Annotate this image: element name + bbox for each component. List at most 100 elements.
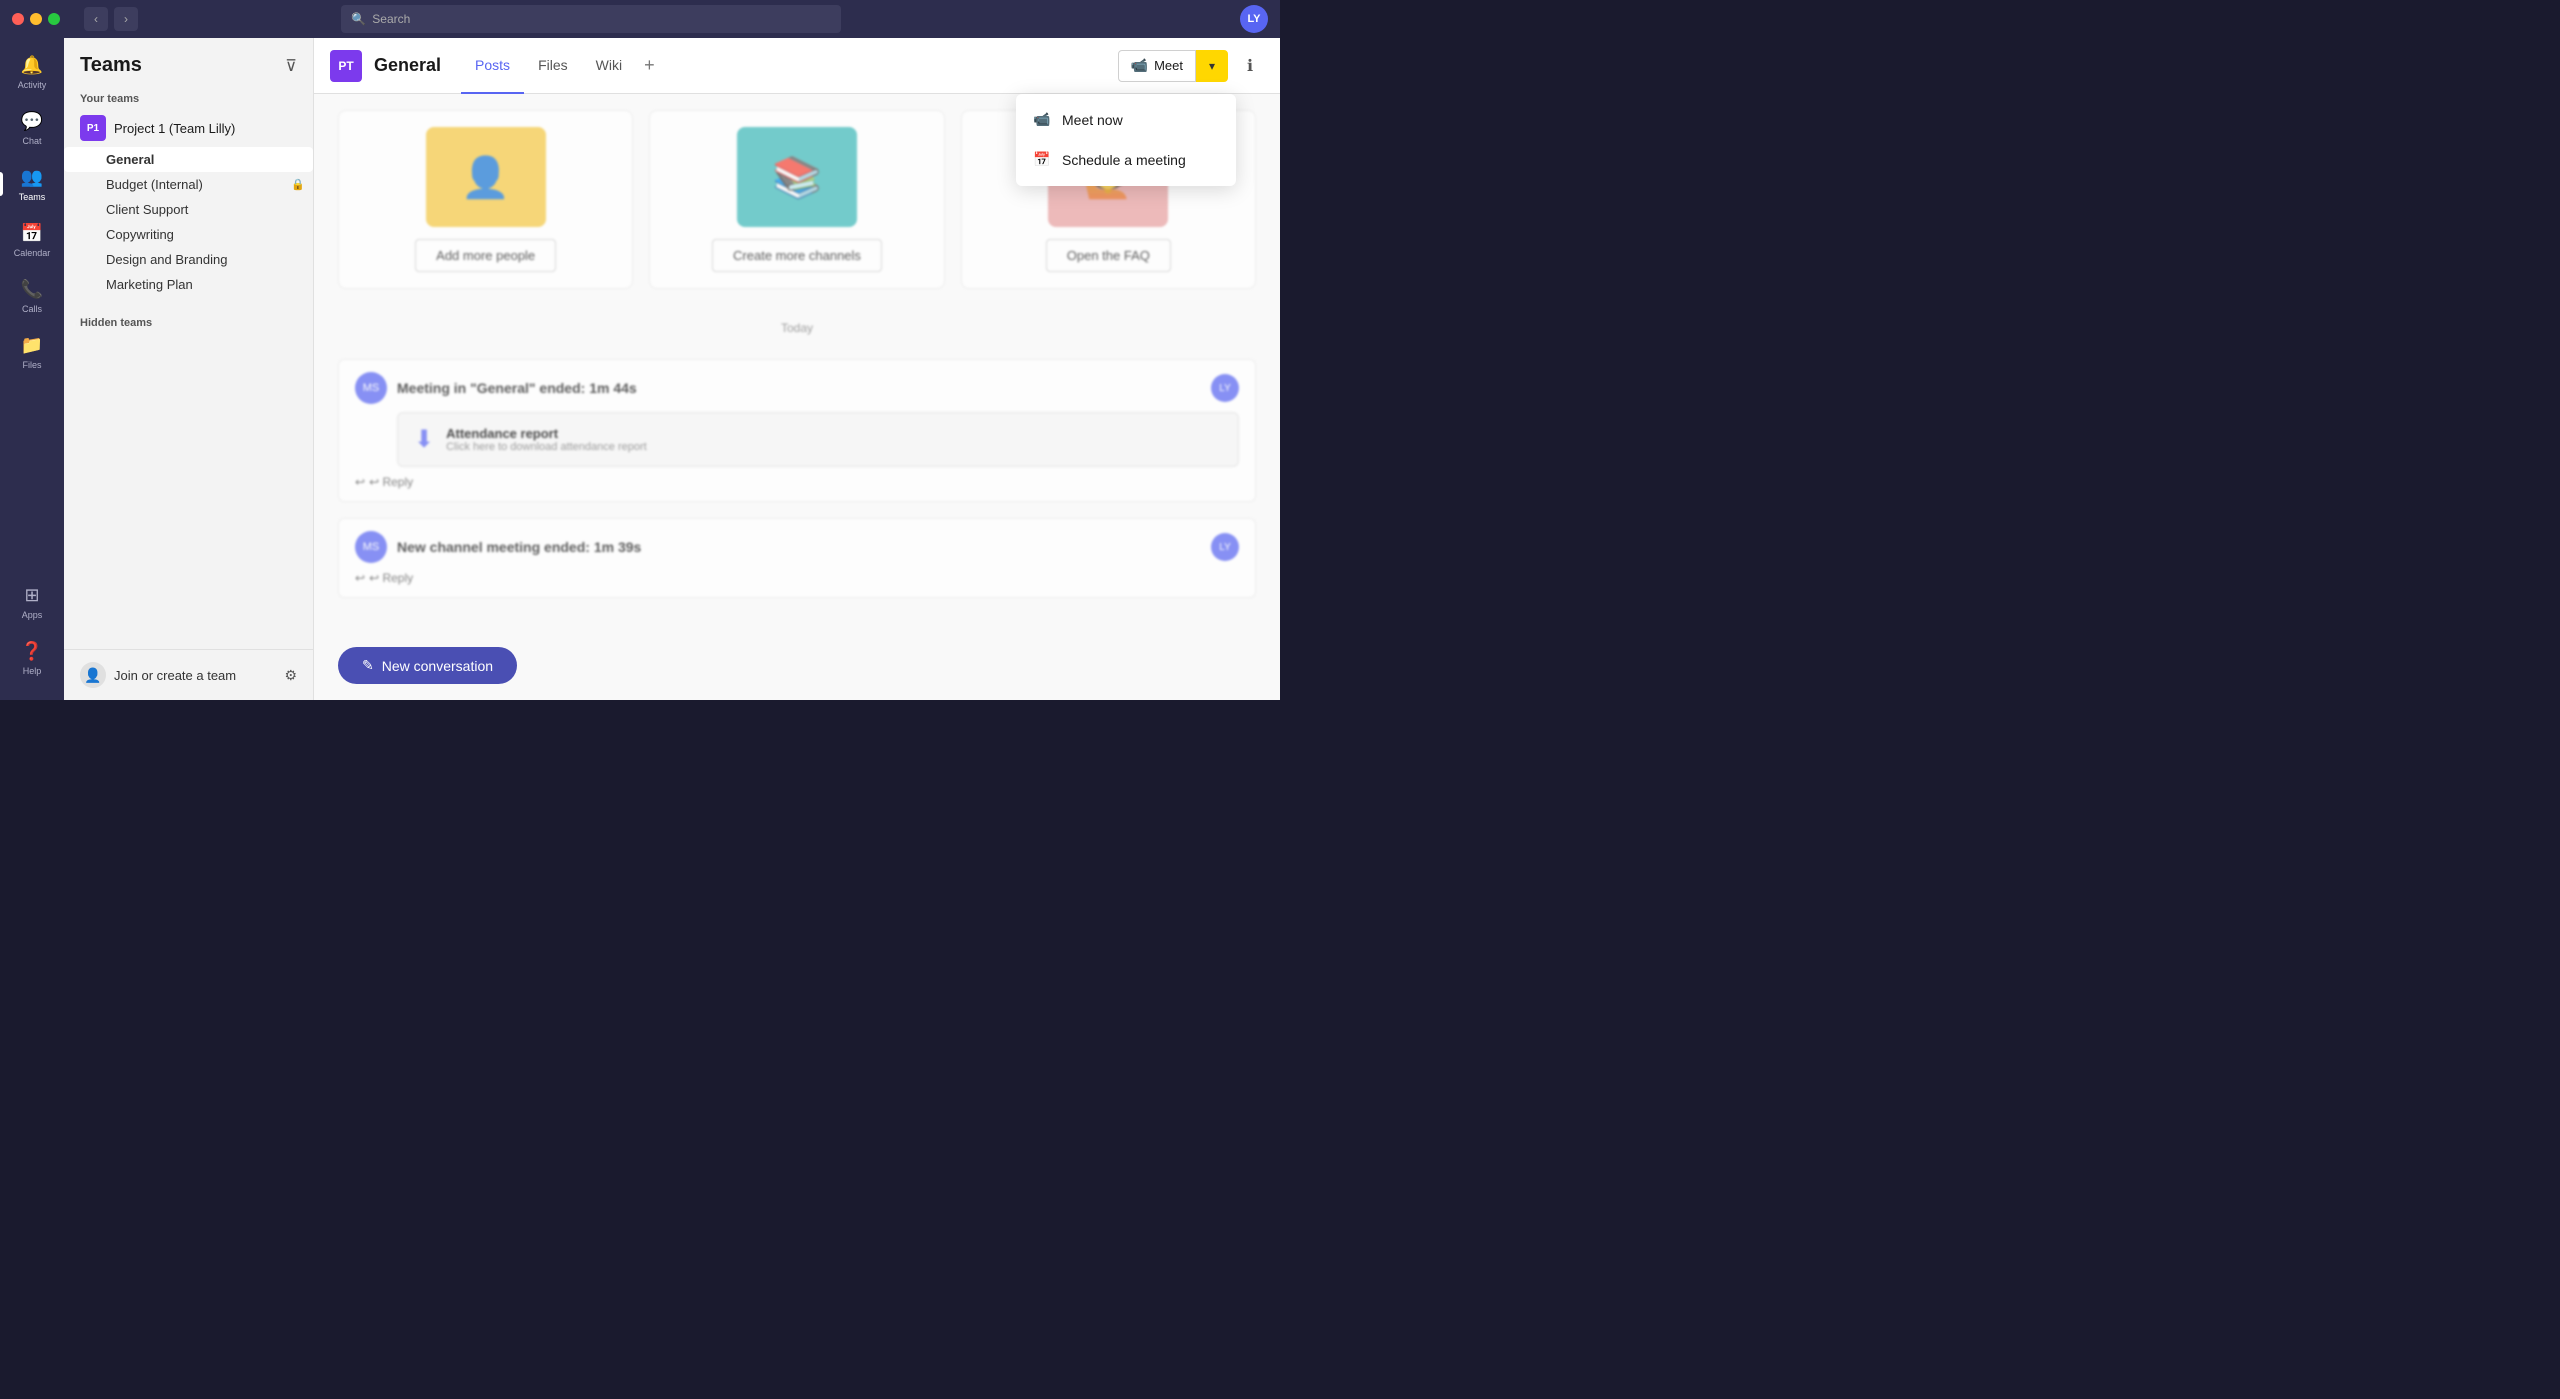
main-content: PT General Posts Files Wiki + 📹 (314, 38, 1280, 700)
help-icon: ❓ (21, 641, 43, 663)
reply-icon-1: ↩ (355, 475, 365, 489)
meet-dropdown-button[interactable]: ▾ (1196, 50, 1228, 82)
join-team-area[interactable]: 👤 Join or create a team ⚙ (64, 649, 313, 700)
back-button[interactable]: ‹ (84, 7, 108, 31)
meet-button-group: 📹 Meet ▾ (1118, 50, 1228, 82)
attendance-title: Attendance report (446, 426, 647, 441)
sidebar-item-calendar[interactable]: 📅 Calendar (8, 214, 56, 266)
icon-rail: 🔔 Activity 💬 Chat 👥 Teams 📅 Calendar 📞 C… (0, 38, 64, 700)
join-team-text: Join or create a team (114, 668, 276, 683)
sidebar-item-apps[interactable]: ⊞ Apps (8, 576, 56, 628)
join-team-icon: 👤 (80, 662, 106, 688)
teams-icon: 👥 (21, 167, 43, 189)
message-header-1: MS Meeting in "General" ended: 1m 44s LY (355, 372, 1239, 404)
channel-tabs: Posts Files Wiki + (461, 38, 663, 94)
traffic-lights (12, 13, 60, 25)
message-item-1: MS Meeting in "General" ended: 1m 44s LY… (338, 359, 1256, 502)
reply-icon-2: ↩ (355, 571, 365, 585)
tab-files[interactable]: Files (524, 38, 582, 94)
chat-icon: 💬 (21, 111, 43, 133)
message-item-2: MS New channel meeting ended: 1m 39s LY … (338, 518, 1256, 598)
sidebar-item-calls[interactable]: 📞 Calls (8, 270, 56, 322)
create-channels-illustration: 📚 (737, 127, 857, 227)
msg-user-avatar-1: LY (1211, 374, 1239, 402)
meet-button[interactable]: 📹 Meet (1118, 50, 1196, 82)
files-icon: 📁 (21, 335, 43, 357)
create-channels-button[interactable]: Create more channels (712, 239, 882, 272)
minimize-button[interactable] (30, 13, 42, 25)
reply-button-2[interactable]: ↩ ↩ Reply (355, 571, 1239, 585)
channel-header-avatar: PT (330, 50, 362, 82)
channel-item-general[interactable]: General (64, 147, 313, 172)
tab-posts[interactable]: Posts (461, 38, 524, 94)
info-button[interactable]: ℹ (1236, 52, 1264, 80)
sidebar-item-chat[interactable]: 💬 Chat (8, 102, 56, 154)
schedule-icon: 📅 (1032, 150, 1052, 170)
sidebar-item-files[interactable]: 📁 Files (8, 326, 56, 378)
meet-now-label: Meet now (1062, 112, 1123, 128)
channel-name-client-support: Client Support (106, 202, 305, 217)
add-tab-button[interactable]: + (636, 38, 663, 94)
team-item-project1[interactable]: P1 Project 1 (Team Lilly) ··· (64, 109, 313, 147)
schedule-meeting-item[interactable]: 📅 Schedule a meeting (1016, 140, 1236, 180)
channel-item-copywriting[interactable]: Copywriting (64, 222, 313, 247)
sidebar: Teams ⊽ Your teams P1 Project 1 (Team Li… (64, 38, 314, 700)
meet-now-item[interactable]: 📹 Meet now (1016, 100, 1236, 140)
message-header-2: MS New channel meeting ended: 1m 39s LY (355, 531, 1239, 563)
sidebar-item-help[interactable]: ❓ Help (8, 632, 56, 684)
titlebar-nav: ‹ › (84, 7, 138, 31)
new-conversation-area: ✎ New conversation (314, 635, 1280, 700)
channel-name-copywriting: Copywriting (106, 227, 305, 242)
open-faq-button[interactable]: Open the FAQ (1046, 239, 1171, 272)
msg-avatar-1: MS (355, 372, 387, 404)
maximize-button[interactable] (48, 13, 60, 25)
add-people-button[interactable]: Add more people (415, 239, 556, 272)
channel-header: PT General Posts Files Wiki + 📹 (314, 38, 1280, 94)
tab-wiki[interactable]: Wiki (582, 38, 636, 94)
apps-icon: ⊞ (21, 585, 43, 607)
attendance-card[interactable]: ⬇ Attendance report Click here to downlo… (397, 412, 1239, 467)
channel-item-marketing[interactable]: Marketing Plan (64, 272, 313, 297)
filter-icon[interactable]: ⊽ (285, 56, 297, 76)
attendance-info: Attendance report Click here to download… (446, 426, 647, 453)
calls-icon: 📞 (21, 279, 43, 301)
add-people-illustration: 👤 (426, 127, 546, 227)
msg-text-1: Meeting in "General" ended: 1m 44s (397, 380, 637, 396)
new-conversation-label: New conversation (382, 658, 493, 674)
reply-button-1[interactable]: ↩ ↩ Reply (355, 475, 1239, 489)
channel-item-client-support[interactable]: Client Support (64, 197, 313, 222)
meet-label: Meet (1154, 58, 1183, 73)
channel-item-design[interactable]: Design and Branding (64, 247, 313, 272)
create-channels-card: 📚 Create more channels (649, 110, 944, 289)
settings-icon[interactable]: ⚙ (284, 667, 297, 684)
sidebar-header: Teams ⊽ (64, 38, 313, 85)
private-channel-icon: 🔒 (291, 178, 305, 191)
msg-user-avatar-2: LY (1211, 533, 1239, 561)
camera-icon: 📹 (1131, 57, 1148, 74)
forward-button[interactable]: › (114, 7, 138, 31)
activity-icon: 🔔 (21, 55, 43, 77)
chevron-down-icon: ▾ (1209, 59, 1215, 73)
app-body: 🔔 Activity 💬 Chat 👥 Teams 📅 Calendar 📞 C… (0, 38, 1280, 700)
hidden-teams-label: Hidden teams (64, 309, 313, 333)
search-bar[interactable]: 🔍 Search (341, 5, 841, 33)
sidebar-item-activity[interactable]: 🔔 Activity (8, 46, 56, 98)
schedule-label: Schedule a meeting (1062, 152, 1186, 168)
close-button[interactable] (12, 13, 24, 25)
meet-now-icon: 📹 (1032, 110, 1052, 130)
calendar-icon: 📅 (21, 223, 43, 245)
channel-name-general: General (106, 152, 305, 167)
team-avatar: P1 (80, 115, 106, 141)
download-icon: ⬇ (414, 425, 434, 454)
channel-header-name: General (374, 55, 441, 76)
channel-list: General Budget (Internal) 🔒 Client Suppo… (64, 147, 313, 297)
new-conversation-button[interactable]: ✎ New conversation (338, 647, 517, 684)
add-people-card: 👤 Add more people (338, 110, 633, 289)
search-placeholder: Search (372, 12, 410, 26)
channel-item-budget[interactable]: Budget (Internal) 🔒 (64, 172, 313, 197)
sidebar-item-teams[interactable]: 👥 Teams (8, 158, 56, 210)
user-avatar[interactable]: LY (1240, 5, 1268, 33)
attendance-sub: Click here to download attendance report (446, 441, 647, 453)
msg-text-2: New channel meeting ended: 1m 39s (397, 539, 641, 555)
channel-name-design: Design and Branding (106, 252, 305, 267)
